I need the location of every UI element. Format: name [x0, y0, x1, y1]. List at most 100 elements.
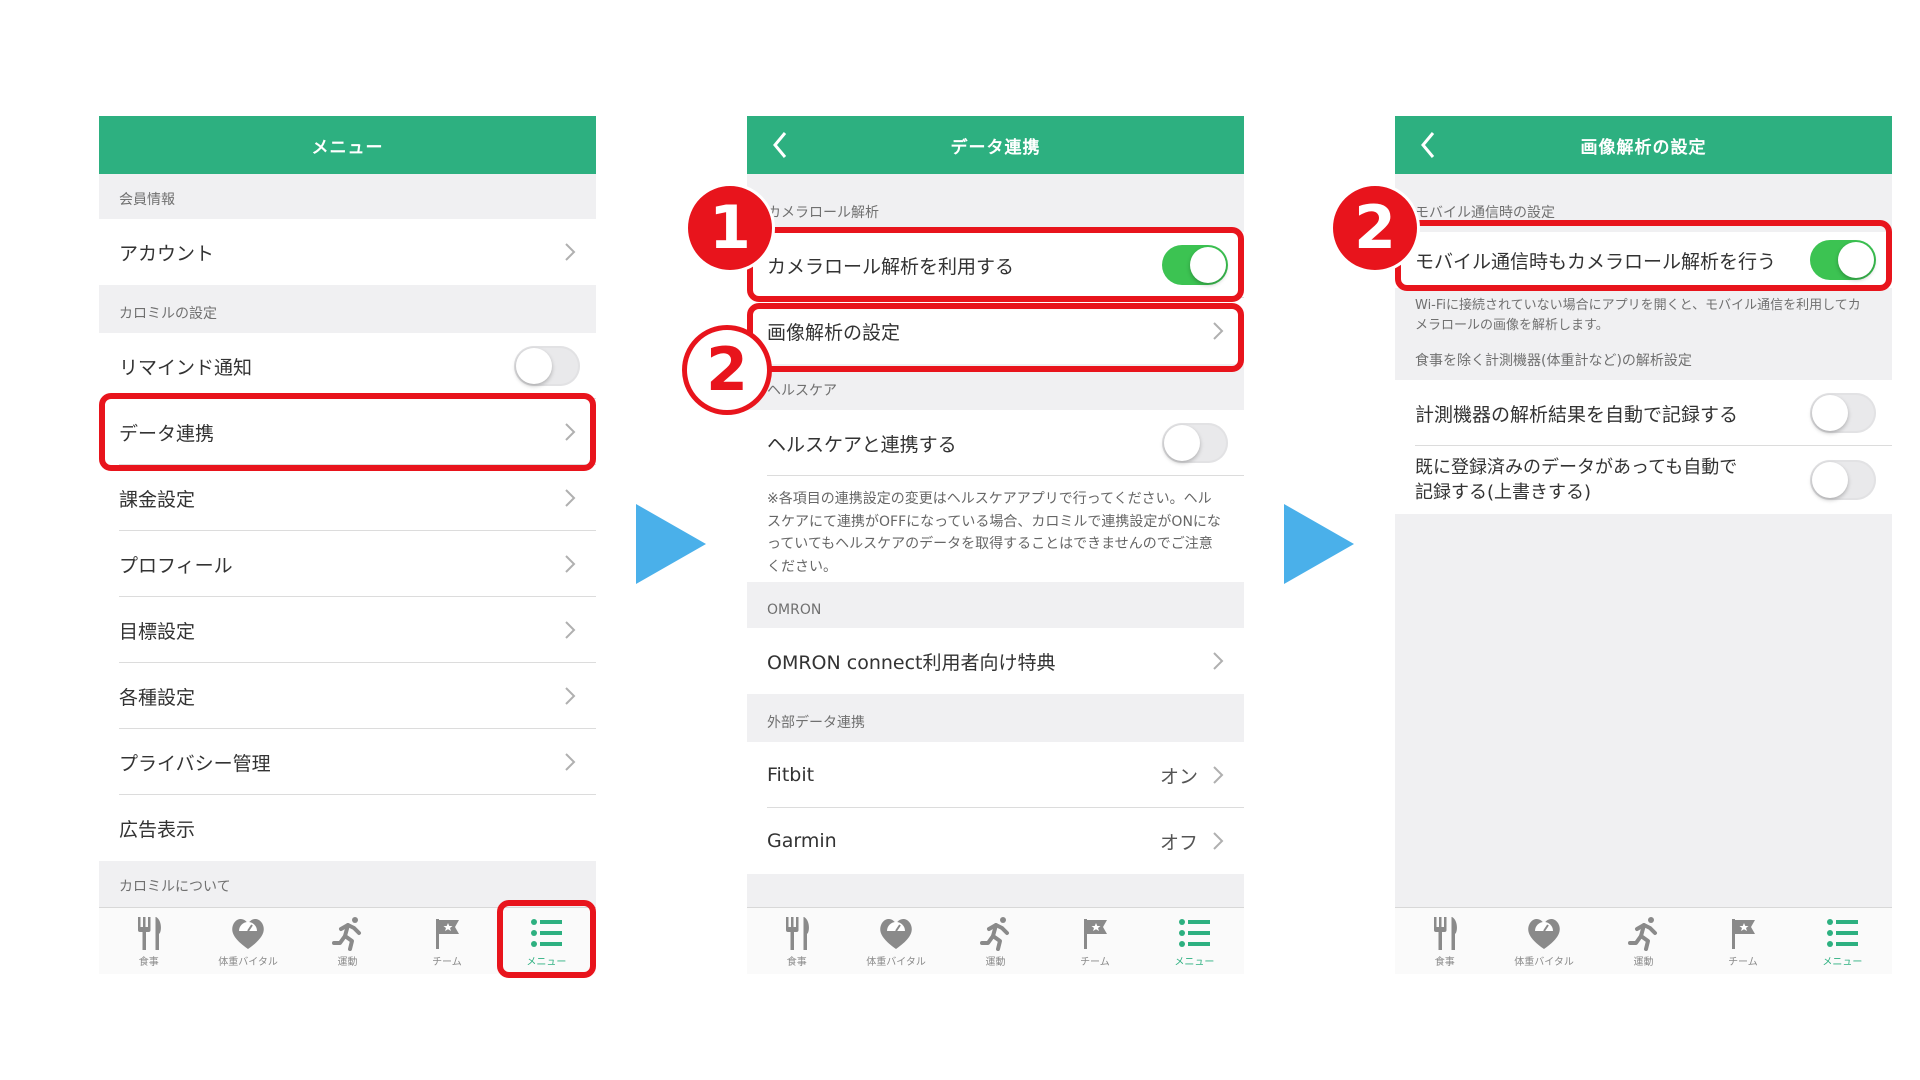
chevron-right-icon: [1212, 765, 1224, 785]
chevron-right-icon: [564, 620, 576, 640]
section-header-member: 会員情報: [119, 192, 175, 208]
fork-knife-icon: [1433, 917, 1457, 950]
tab-label: 体重バイタル: [866, 957, 926, 968]
row-label: 広告表示: [119, 818, 196, 841]
row-omron-benefit[interactable]: OMRON connect利用者向け特典: [747, 628, 1244, 694]
tab-label: チーム: [1080, 957, 1110, 968]
chevron-right-icon: [564, 752, 576, 772]
step-marker-2: 2: [682, 325, 772, 415]
row-label: 各種設定: [119, 686, 196, 709]
tab-label: チーム: [1728, 957, 1758, 968]
auto-record-toggle[interactable]: [1810, 393, 1876, 433]
row-health-link: ヘルスケアと連携する: [747, 410, 1244, 476]
row-remind: リマインド通知: [99, 333, 596, 399]
tab-team[interactable]: チーム: [1045, 908, 1144, 974]
back-chevron-icon[interactable]: [769, 128, 791, 162]
row-label: Fitbit: [767, 764, 815, 786]
row-label: Garmin: [767, 830, 837, 852]
chevron-right-icon: [1212, 651, 1224, 671]
running-person-icon: [1627, 917, 1657, 951]
tab-label: 運動: [985, 957, 1006, 968]
row-label: 課金設定: [119, 488, 196, 511]
row-label: 計測機器の解析結果を自動で記録する: [1415, 403, 1739, 426]
row-label: 既に登録済みのデータがあっても自動で 記録する(上書きする): [1415, 455, 1810, 505]
screen-menu: メニュー 会員情報 アカウント カロミルの設定 リマインド通知 データ連携 課金…: [99, 116, 596, 974]
highlight-image-settings: [747, 303, 1244, 372]
fork-knife-icon: [137, 917, 161, 950]
fitbit-status: オン: [1159, 765, 1198, 788]
tab-label: メニュー: [1822, 957, 1863, 968]
tab-meal[interactable]: 食事: [99, 908, 198, 974]
tab-label: 食事: [786, 957, 807, 968]
heart-scale-icon: [232, 918, 264, 949]
tab-bar: 食事 体重バイタル 運動 チーム メニュー: [747, 907, 1244, 974]
step-marker-2b: 2: [1330, 183, 1420, 273]
flag-icon: [1731, 919, 1755, 949]
back-chevron-icon[interactable]: [1417, 128, 1439, 162]
flag-icon: [435, 919, 459, 949]
highlight-mobile-analysis: [1395, 220, 1892, 291]
tab-exercise[interactable]: 運動: [1594, 908, 1693, 974]
tab-weight-vital[interactable]: 体重バイタル: [846, 908, 945, 974]
tab-label: 体重バイタル: [218, 957, 278, 968]
overwrite-line-2: 記録する(上書きする): [1415, 482, 1592, 503]
tab-weight-vital[interactable]: 体重バイタル: [198, 908, 297, 974]
page-title: メニュー: [311, 137, 384, 158]
section-header-camera: カメラロール解析: [767, 205, 879, 221]
chevron-right-icon: [1212, 831, 1224, 851]
chevron-right-icon: [564, 686, 576, 706]
next-step-arrow-icon: [1284, 504, 1354, 584]
row-various[interactable]: 各種設定: [99, 663, 596, 729]
row-label: アカウント: [119, 242, 215, 265]
row-label: OMRON connect利用者向け特典: [767, 651, 1056, 674]
tab-label: チーム: [432, 957, 462, 968]
row-ads[interactable]: 広告表示: [99, 795, 596, 861]
nav-bar: 画像解析の設定: [1395, 116, 1892, 174]
tab-exercise[interactable]: 運動: [946, 908, 1045, 974]
tab-exercise[interactable]: 運動: [298, 908, 397, 974]
section-header-devices: 食事を除く計測機器(体重計など)の解析設定: [1415, 353, 1692, 369]
heart-scale-icon: [1528, 918, 1560, 949]
list-icon: [1179, 919, 1211, 947]
chevron-right-icon: [564, 488, 576, 508]
page-title: 画像解析の設定: [1580, 137, 1707, 158]
tab-label: メニュー: [1174, 957, 1215, 968]
flag-icon: [1083, 919, 1107, 949]
tab-meal[interactable]: 食事: [1395, 908, 1494, 974]
row-auto-record: 計測機器の解析結果を自動で記録する: [1395, 380, 1892, 446]
tab-menu[interactable]: メニュー: [1145, 908, 1244, 974]
row-goal[interactable]: 目標設定: [99, 597, 596, 663]
tab-label: 食事: [138, 957, 159, 968]
chevron-right-icon: [564, 554, 576, 574]
tab-meal[interactable]: 食事: [747, 908, 846, 974]
tab-team[interactable]: チーム: [1693, 908, 1792, 974]
health-link-toggle[interactable]: [1162, 423, 1228, 463]
list-icon: [1827, 919, 1859, 947]
row-garmin[interactable]: Garmin オフ: [747, 808, 1244, 874]
tab-weight-vital[interactable]: 体重バイタル: [1494, 908, 1593, 974]
overwrite-toggle[interactable]: [1810, 460, 1876, 500]
running-person-icon: [979, 917, 1009, 951]
row-billing[interactable]: 課金設定: [99, 465, 596, 531]
highlight-data-link: [99, 393, 596, 471]
tab-bar: 食事 体重バイタル 運動 チーム メニュー: [1395, 907, 1892, 974]
row-label: ヘルスケアと連携する: [767, 433, 957, 456]
fork-knife-icon: [785, 917, 809, 950]
step-marker-1: 1: [685, 183, 775, 273]
row-profile[interactable]: プロフィール: [99, 531, 596, 597]
overwrite-line-1: 既に登録済みのデータがあっても自動で: [1415, 457, 1738, 478]
row-privacy[interactable]: プライバシー管理: [99, 729, 596, 795]
row-fitbit[interactable]: Fitbit オン: [747, 742, 1244, 808]
row-label: プライバシー管理: [119, 752, 271, 775]
row-label: リマインド通知: [119, 356, 253, 379]
remind-toggle[interactable]: [514, 346, 580, 386]
row-account[interactable]: アカウント: [99, 219, 596, 285]
tab-menu[interactable]: メニュー: [1793, 908, 1892, 974]
section-header-settings: カロミルの設定: [119, 306, 217, 322]
section-header-omron: OMRON: [767, 602, 822, 618]
heart-scale-icon: [880, 918, 912, 949]
nav-bar: メニュー: [99, 116, 596, 174]
next-step-arrow-icon: [636, 504, 706, 584]
tab-team[interactable]: チーム: [397, 908, 496, 974]
highlight-menu-tab: [497, 900, 596, 978]
